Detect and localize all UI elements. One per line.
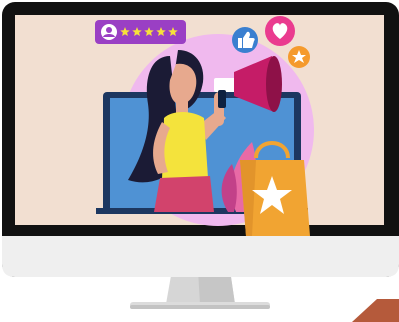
user-icon [101,24,117,40]
illustration-canvas [2,2,399,322]
star-badge-icon [288,46,310,68]
heart-icon [265,16,295,46]
rating-card [95,20,186,44]
thumbs-up-icon [232,27,258,53]
corner-decoration [352,299,399,322]
monitor-chin [2,236,399,277]
